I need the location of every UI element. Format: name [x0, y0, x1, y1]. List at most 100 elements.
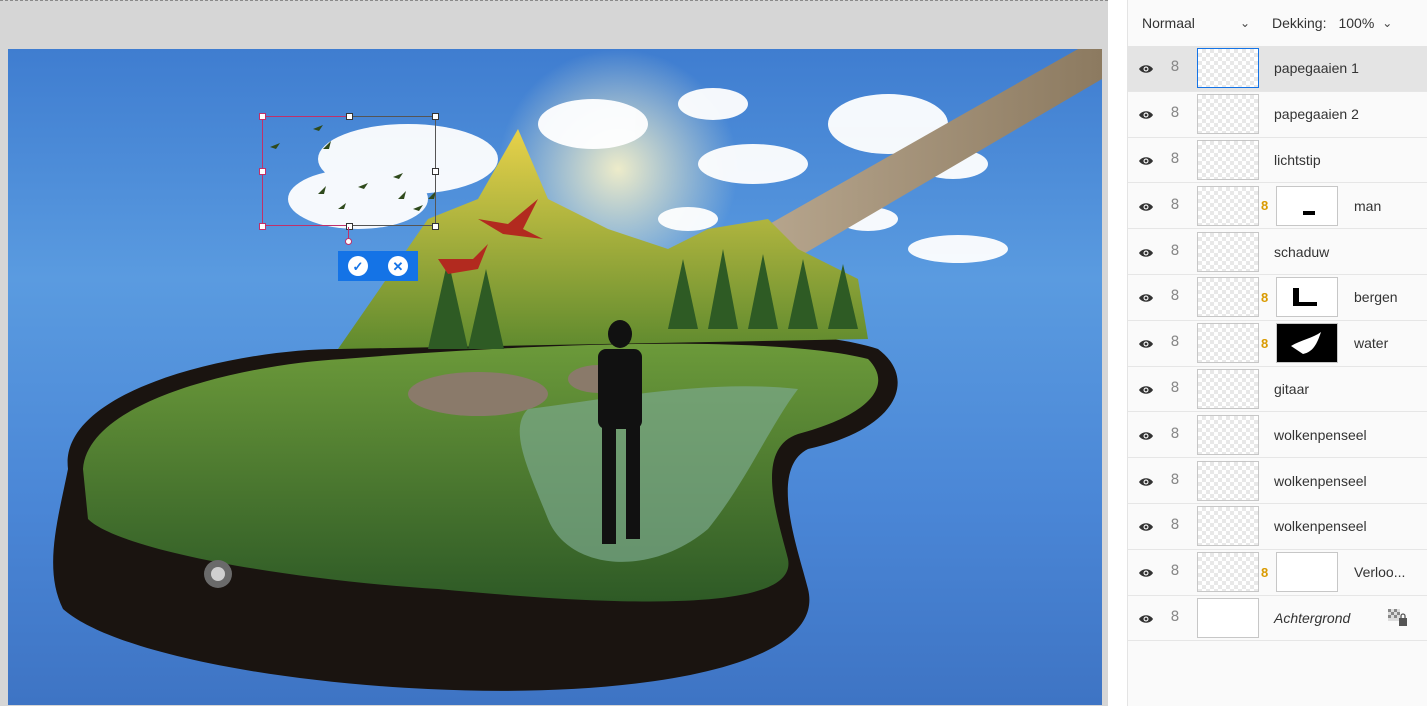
- layer-name[interactable]: papegaaien 2: [1274, 106, 1359, 122]
- layer-name[interactable]: water: [1354, 335, 1388, 351]
- layer-thumbnail[interactable]: [1197, 460, 1259, 501]
- layer-row[interactable]: 8 papegaaien 1: [1128, 46, 1427, 92]
- transform-handle-bottom-left[interactable]: [259, 223, 266, 230]
- layer-mask-thumbnail[interactable]: [1276, 552, 1338, 593]
- artwork-image: [53, 49, 1102, 691]
- mask-link-icon[interactable]: 8: [1261, 565, 1271, 580]
- layer-mask-thumbnail[interactable]: [1276, 323, 1338, 364]
- transform-handle-bottom-right[interactable]: [432, 223, 439, 230]
- blend-mode-value: Normaal: [1142, 15, 1195, 31]
- layer-list: 8 papegaaien 1 8 papegaaien 2 8 lichtstip 8 8 ma…: [1128, 46, 1427, 642]
- link-icon[interactable]: 8: [1170, 563, 1180, 581]
- checkmark-icon[interactable]: ✓: [348, 256, 368, 276]
- transform-handle-top[interactable]: [346, 113, 353, 120]
- layer-thumbnail[interactable]: [1197, 323, 1259, 364]
- layer-thumbnail[interactable]: [1197, 552, 1259, 593]
- canvas-area[interactable]: ✓ ✕: [0, 0, 1108, 706]
- layer-thumbnail[interactable]: [1197, 368, 1259, 409]
- visibility-eye-icon[interactable]: [1138, 612, 1154, 624]
- visibility-eye-icon[interactable]: [1138, 291, 1154, 303]
- visibility-eye-icon[interactable]: [1138, 475, 1154, 487]
- visibility-eye-icon[interactable]: [1138, 154, 1154, 166]
- transform-selection-edge: [262, 116, 349, 226]
- layer-thumbnail[interactable]: [1197, 597, 1259, 638]
- layer-row[interactable]: 8 gitaar: [1128, 367, 1427, 413]
- link-icon[interactable]: 8: [1170, 472, 1180, 490]
- layer-name[interactable]: wolkenpenseel: [1274, 427, 1367, 443]
- link-icon[interactable]: 8: [1170, 105, 1180, 123]
- link-icon[interactable]: 8: [1170, 151, 1180, 169]
- mask-link-icon[interactable]: 8: [1261, 290, 1271, 305]
- layer-thumbnail[interactable]: [1197, 94, 1259, 135]
- visibility-eye-icon[interactable]: [1138, 200, 1154, 212]
- layers-panel: Normaal ⌄ Dekking: 100% ⌄ 8 papegaaien 18…: [1127, 0, 1427, 706]
- layers-panel-header: Normaal ⌄ Dekking: 100% ⌄: [1128, 0, 1427, 46]
- layer-row[interactable]: 8 8 bergen: [1128, 275, 1427, 321]
- layer-name[interactable]: Achtergrond: [1274, 610, 1350, 626]
- link-icon[interactable]: 8: [1170, 334, 1180, 352]
- link-icon[interactable]: 8: [1170, 380, 1180, 398]
- layer-name[interactable]: gitaar: [1274, 381, 1309, 397]
- transform-bounding-box[interactable]: [259, 113, 439, 230]
- transform-handle-right[interactable]: [432, 168, 439, 175]
- layer-row[interactable]: 8 8 water: [1128, 321, 1427, 367]
- opacity-value[interactable]: 100%: [1338, 15, 1374, 31]
- layer-name[interactable]: bergen: [1354, 289, 1398, 305]
- layer-row[interactable]: 8 Achtergrond: [1128, 596, 1427, 642]
- link-icon[interactable]: 8: [1170, 197, 1180, 215]
- visibility-eye-icon[interactable]: [1138, 520, 1154, 532]
- transform-handle-top-left[interactable]: [259, 113, 266, 120]
- layer-row[interactable]: 8 wolkenpenseel: [1128, 458, 1427, 504]
- opacity-label: Dekking:: [1272, 15, 1327, 31]
- layer-mask-thumbnail[interactable]: [1276, 277, 1338, 318]
- layer-name[interactable]: man: [1354, 198, 1381, 214]
- layer-name[interactable]: wolkenpenseel: [1274, 518, 1367, 534]
- visibility-eye-icon[interactable]: [1138, 108, 1154, 120]
- layer-thumbnail[interactable]: [1197, 231, 1259, 272]
- mask-link-icon[interactable]: 8: [1261, 336, 1271, 351]
- chevron-down-icon: ⌄: [1239, 16, 1250, 30]
- layer-row[interactable]: 8 lichtstip: [1128, 138, 1427, 184]
- rotate-handle[interactable]: [345, 238, 352, 245]
- layer-thumbnail[interactable]: [1197, 48, 1259, 89]
- layer-thumbnail[interactable]: [1197, 414, 1259, 455]
- transform-handle-top-right[interactable]: [432, 113, 439, 120]
- layer-name[interactable]: Verloo...: [1354, 564, 1405, 580]
- blend-mode-dropdown[interactable]: Normaal ⌄: [1142, 15, 1260, 31]
- layer-name[interactable]: wolkenpenseel: [1274, 473, 1367, 489]
- layer-thumbnail[interactable]: [1197, 506, 1259, 547]
- layer-thumbnail[interactable]: [1197, 139, 1259, 180]
- link-icon[interactable]: 8: [1170, 426, 1180, 444]
- link-icon[interactable]: 8: [1170, 517, 1180, 535]
- layer-thumbnail[interactable]: [1197, 277, 1259, 318]
- layer-thumbnail[interactable]: [1197, 185, 1259, 226]
- layer-row[interactable]: 8 wolkenpenseel: [1128, 412, 1427, 459]
- artwork-canvas[interactable]: [8, 49, 1102, 705]
- layer-name[interactable]: schaduw: [1274, 244, 1329, 260]
- layer-row[interactable]: 8 papegaaien 2: [1128, 92, 1427, 138]
- layer-row[interactable]: 8 8 man: [1128, 183, 1427, 230]
- visibility-eye-icon[interactable]: [1138, 246, 1154, 258]
- layer-name[interactable]: papegaaien 1: [1274, 60, 1359, 76]
- link-icon[interactable]: 8: [1170, 243, 1180, 261]
- photo-editor-window: ✓ ✕ Normaal ⌄ Dekking: 100% ⌄ 8 papegaaie…: [0, 0, 1427, 706]
- visibility-eye-icon[interactable]: [1138, 429, 1154, 441]
- layer-row[interactable]: 8 8 Verloo...: [1128, 550, 1427, 596]
- transform-handle-left[interactable]: [259, 168, 266, 175]
- link-icon[interactable]: 8: [1170, 288, 1180, 306]
- mask-link-icon[interactable]: 8: [1261, 198, 1271, 213]
- opacity-chevron-down-icon[interactable]: ⌄: [1382, 16, 1392, 30]
- visibility-eye-icon[interactable]: [1138, 566, 1154, 578]
- visibility-eye-icon[interactable]: [1138, 337, 1154, 349]
- transform-commit-bar: ✓ ✕: [338, 251, 418, 281]
- link-icon[interactable]: 8: [1170, 609, 1180, 627]
- visibility-eye-icon[interactable]: [1138, 383, 1154, 395]
- layer-row[interactable]: 8 schaduw: [1128, 229, 1427, 275]
- layer-name[interactable]: lichtstip: [1274, 152, 1321, 168]
- layer-row[interactable]: 8 wolkenpenseel: [1128, 504, 1427, 550]
- layer-mask-thumbnail[interactable]: [1276, 185, 1338, 226]
- visibility-eye-icon[interactable]: [1138, 62, 1154, 74]
- link-icon[interactable]: 8: [1170, 59, 1180, 77]
- cancel-icon[interactable]: ✕: [388, 256, 408, 276]
- lock-icon[interactable]: [1388, 608, 1408, 627]
